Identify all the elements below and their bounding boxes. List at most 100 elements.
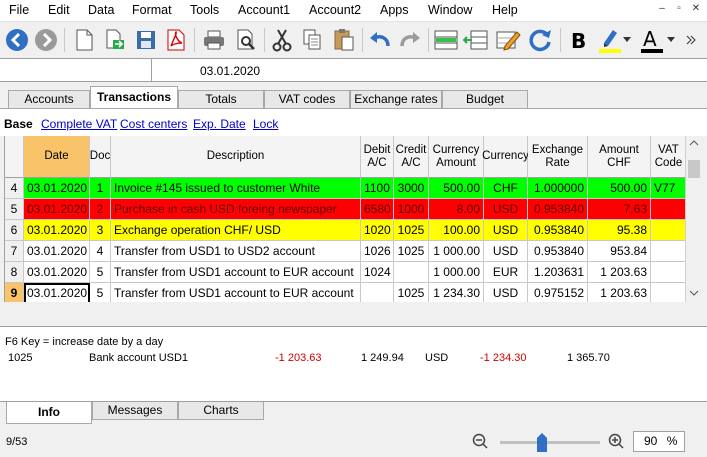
header-debit[interactable]: Debit A/C	[361, 136, 394, 178]
view-base[interactable]: Base	[4, 117, 33, 131]
cell-debit[interactable]: 1024	[361, 262, 394, 283]
cell-rate[interactable]: 1.203631	[528, 262, 588, 283]
menu-help[interactable]: Help	[492, 3, 518, 17]
menu-apps[interactable]: Apps	[380, 3, 409, 17]
menu-tools[interactable]: Tools	[190, 3, 219, 17]
view-lock[interactable]: Lock	[253, 117, 278, 131]
cell-vat[interactable]	[651, 241, 685, 262]
zoom-slider-thumb[interactable]	[536, 433, 548, 453]
tab-info[interactable]: Info	[6, 402, 92, 424]
header-date[interactable]: Date	[24, 136, 90, 178]
cell-currency[interactable]: USD	[484, 220, 528, 241]
copy-button[interactable]	[298, 26, 326, 54]
view-cost-centers[interactable]: Cost centers	[120, 117, 187, 131]
cell-amount[interactable]: 1 203.63	[588, 283, 651, 302]
recheck-button[interactable]	[526, 26, 554, 54]
tab-transactions[interactable]: Transactions	[90, 86, 178, 108]
menu-file[interactable]: File	[9, 3, 29, 17]
row-number[interactable]: 7	[5, 241, 24, 262]
cell-amount[interactable]: 7.63	[588, 199, 651, 220]
header-doc[interactable]: Doc	[90, 136, 111, 178]
cell-doc[interactable]: 1	[90, 178, 111, 199]
menu-account1[interactable]: Account1	[238, 3, 290, 17]
cell-reference-field[interactable]	[0, 59, 152, 81]
cell-desc[interactable]: Exchange operation CHF/ USD	[111, 220, 361, 241]
cell-debit[interactable]: 1020	[361, 220, 394, 241]
font-color-dropdown-button[interactable]	[664, 26, 678, 54]
minimize-icon[interactable]: –	[655, 3, 669, 17]
delete-row-button[interactable]	[462, 26, 490, 54]
zoom-in-icon[interactable]	[608, 433, 624, 449]
cell-desc[interactable]: Invoice #145 issued to customer White	[111, 178, 361, 199]
vertical-scroll-thumb[interactable]	[688, 160, 700, 178]
cell-camount[interactable]: 1 000.00	[429, 241, 484, 262]
cell-camount[interactable]: 1 234.30	[429, 283, 484, 302]
view-exp-date[interactable]: Exp. Date	[193, 117, 246, 131]
print-preview-button[interactable]	[232, 26, 260, 54]
cell-credit[interactable]: 3000	[394, 178, 429, 199]
row-number[interactable]: 9	[5, 283, 24, 302]
save-button[interactable]	[132, 26, 160, 54]
cell-camount[interactable]: 8.00	[429, 199, 484, 220]
cell-credit[interactable]: 1025	[394, 283, 429, 302]
row-number[interactable]: 6	[5, 220, 24, 241]
cell-date[interactable]: 03.01.2020	[24, 241, 90, 262]
cell-credit[interactable]: 1025	[394, 241, 429, 262]
cell-amount[interactable]: 95.38	[588, 220, 651, 241]
cell-vat[interactable]	[651, 262, 685, 283]
cell-debit[interactable]	[361, 283, 394, 302]
cell-content-field[interactable]: 03.01.2020	[200, 64, 260, 78]
header-description[interactable]: Description	[111, 136, 361, 178]
cell-currency[interactable]: USD	[484, 199, 528, 220]
cell-camount[interactable]: 1 000.00	[429, 262, 484, 283]
cell-currency[interactable]: USD	[484, 241, 528, 262]
cell-credit[interactable]	[394, 262, 429, 283]
cell-credit[interactable]: 1025	[394, 220, 429, 241]
cell-desc[interactable]: Transfer from USD1 account to EUR accoun…	[111, 283, 361, 302]
cell-date[interactable]: 03.01.2020	[24, 283, 90, 302]
cell-vat[interactable]	[651, 199, 685, 220]
cell-vat[interactable]	[651, 220, 685, 241]
transactions-table[interactable]: Date Doc Description Debit A/C Credit A/…	[4, 136, 685, 302]
cell-debit[interactable]: 6580	[361, 199, 394, 220]
cell-debit[interactable]: 1026	[361, 241, 394, 262]
cell-rate[interactable]: 0.953840	[528, 220, 588, 241]
row-number[interactable]: 8	[5, 262, 24, 283]
menu-account2[interactable]: Account2	[309, 3, 361, 17]
menu-edit[interactable]: Edit	[48, 3, 70, 17]
cell-currency[interactable]: USD	[484, 283, 528, 302]
restore-icon[interactable]: ▫	[672, 3, 686, 17]
forward-button[interactable]	[32, 26, 60, 54]
cell-date[interactable]: 03.01.2020	[24, 262, 90, 283]
cell-doc[interactable]: 4	[90, 241, 111, 262]
cut-button[interactable]	[268, 26, 296, 54]
cell-amount[interactable]: 500.00	[588, 178, 651, 199]
print-button[interactable]	[200, 26, 228, 54]
cell-doc[interactable]: 2	[90, 199, 111, 220]
vertical-scrollbar[interactable]	[685, 136, 702, 302]
back-button[interactable]	[3, 26, 31, 54]
scroll-up-arrow-icon[interactable]	[686, 138, 702, 148]
tab-budget[interactable]: Budget	[442, 90, 528, 108]
cell-date[interactable]: 03.01.2020	[24, 220, 90, 241]
row-number[interactable]: 4	[5, 178, 24, 199]
cell-amount[interactable]: 953.84	[588, 241, 651, 262]
cell-doc[interactable]: 3	[90, 220, 111, 241]
cell-credit[interactable]: 1000	[394, 199, 429, 220]
cell-doc[interactable]: 5	[90, 262, 111, 283]
cell-camount[interactable]: 500.00	[429, 178, 484, 199]
menu-data[interactable]: Data	[88, 3, 114, 17]
cell-debit[interactable]: 1100	[361, 178, 394, 199]
zoom-slider[interactable]	[500, 441, 600, 444]
menu-format[interactable]: Format	[132, 3, 172, 17]
menu-window[interactable]: Window	[428, 3, 472, 17]
cell-date[interactable]: 03.01.2020	[24, 199, 90, 220]
view-complete-vat[interactable]: Complete VAT	[41, 117, 117, 131]
horizontal-scrollbar[interactable]	[4, 302, 702, 310]
cell-rate[interactable]: 1.000000	[528, 178, 588, 199]
close-icon[interactable]: ✕	[689, 3, 703, 17]
header-credit[interactable]: Credit A/C	[394, 136, 429, 178]
cell-desc[interactable]: Purchase in cash USD foreing newspaper	[111, 199, 361, 220]
cell-desc[interactable]: Transfer from USD1 account to EUR accoun…	[111, 262, 361, 283]
toolbar-more-button[interactable]	[682, 26, 700, 54]
